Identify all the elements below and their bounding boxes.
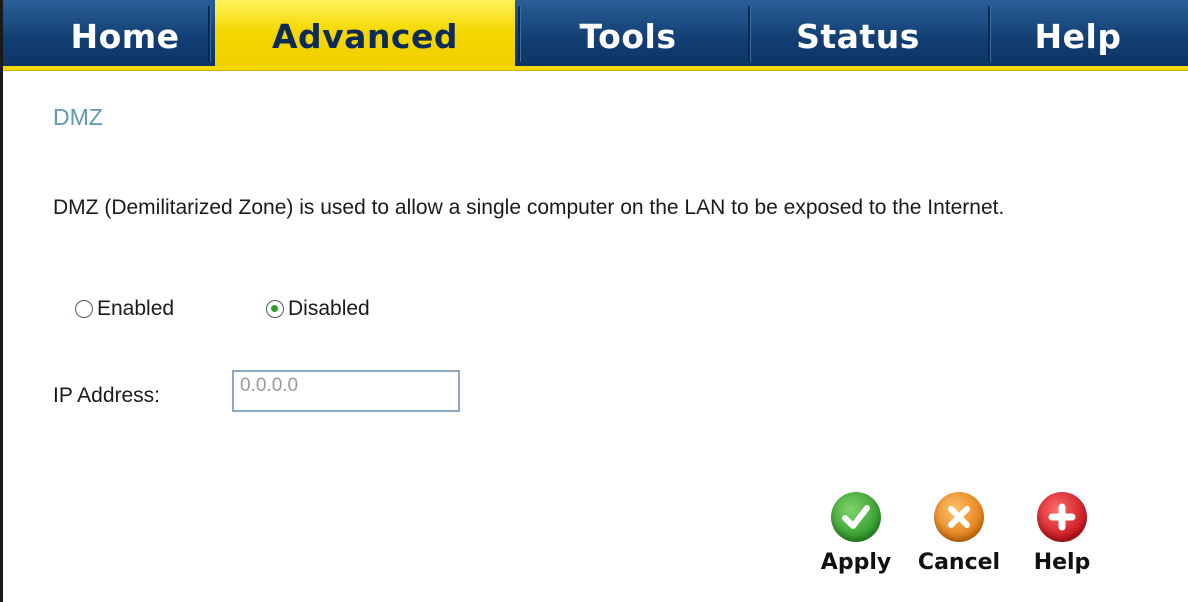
tab-separator [988, 6, 991, 62]
disabled-label: Disabled [288, 297, 370, 320]
ip-address-label: IP Address: [53, 384, 161, 407]
x-icon [934, 492, 984, 542]
help-label: Help [1033, 550, 1091, 575]
disabled-radio[interactable] [266, 300, 284, 318]
enabled-radio[interactable] [75, 300, 93, 318]
tab-separator [208, 6, 211, 62]
page-title: DMZ [53, 104, 103, 130]
checkmark-icon [831, 492, 881, 542]
apply-label: Apply [820, 550, 892, 575]
enabled-label: Enabled [97, 297, 175, 320]
tab-home[interactable]: Home [50, 0, 200, 66]
help-button[interactable]: Help [1022, 492, 1102, 575]
cancel-button[interactable]: Cancel [917, 492, 1001, 575]
tab-help[interactable]: Help [993, 0, 1163, 66]
page-description: DMZ (Demilitarized Zone) is used to allo… [53, 196, 1005, 219]
tab-status[interactable]: Status [758, 0, 958, 66]
tab-separator [518, 6, 521, 62]
disabled-option[interactable]: Disabled [266, 297, 370, 321]
page-frame [0, 0, 1188, 602]
apply-button[interactable]: Apply [816, 492, 896, 575]
top-nav: Home Advanced Tools Status Help [3, 0, 1188, 70]
cancel-label: Cancel [917, 550, 1001, 575]
enabled-option[interactable]: Enabled [75, 297, 174, 321]
tab-advanced[interactable]: Advanced [215, 0, 515, 70]
tab-tools[interactable]: Tools [528, 0, 728, 66]
ip-address-input[interactable] [232, 370, 460, 412]
plus-icon [1037, 492, 1087, 542]
nav-underline [3, 66, 1188, 71]
tab-separator [748, 6, 751, 62]
